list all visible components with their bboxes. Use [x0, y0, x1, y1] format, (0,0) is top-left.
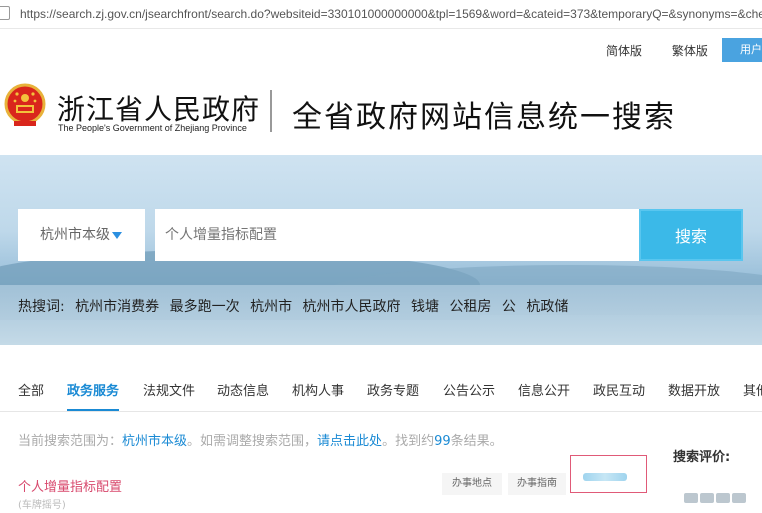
tab-all[interactable]: 全部 [18, 380, 44, 399]
tab-interaction[interactable]: 政民互动 [593, 380, 645, 399]
evaluation-highlight-box[interactable] [570, 455, 647, 493]
hot-word[interactable]: 公 [502, 299, 516, 315]
hot-word[interactable]: 杭政储 [526, 299, 568, 315]
blurred-evaluation-control[interactable] [583, 473, 627, 481]
scope-suffix: 。找到约 [382, 434, 435, 449]
region-select[interactable]: 杭州市本级 [18, 209, 145, 261]
scope-prefix: 当前搜索范围为： [18, 434, 123, 449]
tab-news[interactable]: 动态信息 [217, 380, 269, 399]
hot-word[interactable]: 最多跑一次 [170, 299, 240, 315]
lock-icon [0, 6, 10, 20]
scope-value: 杭州市本级 [122, 434, 188, 449]
national-emblem-icon [4, 83, 46, 126]
result-category: (车牌摇号) [18, 500, 66, 511]
language-switcher: 简体版 繁体版 [606, 42, 734, 59]
site-logo-text[interactable]: 浙江省人民政府 [57, 88, 260, 128]
result-tag-guide[interactable]: 办事指南 [508, 473, 566, 495]
search-scope-info: 当前搜索范围为：杭州市本级。如需调整搜索范围，请点击此处。找到约99条结果。 [18, 430, 503, 449]
hot-word[interactable]: 钱塘 [411, 299, 439, 315]
rating-icon[interactable] [700, 493, 714, 503]
tab-personnel[interactable]: 机构人事 [292, 380, 344, 399]
lang-simplified-link[interactable]: 简体版 [606, 44, 642, 58]
scope-middle: 。如需调整搜索范围， [187, 434, 318, 449]
search-evaluation-label: 搜索评价: [673, 450, 731, 465]
tab-open-data[interactable]: 数据开放 [668, 380, 720, 399]
result-tag-location[interactable]: 办事地点 [442, 473, 502, 495]
hot-word[interactable]: 公租房 [449, 299, 491, 315]
caret-down-icon [112, 231, 122, 239]
hot-word[interactable]: 杭州市人民政府 [303, 299, 401, 315]
search-button[interactable]: 搜索 [639, 209, 743, 261]
user-button[interactable]: 用户 [722, 38, 762, 62]
rating-icon[interactable] [732, 493, 746, 503]
header-divider [270, 90, 272, 132]
tab-regulations[interactable]: 法规文件 [143, 380, 195, 399]
tab-notices[interactable]: 公告公示 [443, 380, 495, 399]
hot-search-label: 热搜词: [18, 299, 65, 315]
rating-icon[interactable] [716, 493, 730, 503]
tab-disclosure[interactable]: 信息公开 [518, 380, 570, 399]
tab-other[interactable]: 其他 [743, 380, 762, 399]
region-select-value: 杭州市本级 [40, 227, 110, 243]
evaluation-rating-icons[interactable] [684, 488, 754, 503]
tab-gov-services[interactable]: 政务服务 [67, 380, 119, 399]
rating-icon[interactable] [684, 493, 698, 503]
address-url[interactable]: https://search.zj.gov.cn/jsearchfront/se… [20, 7, 762, 21]
lang-traditional-link[interactable]: 繁体版 [672, 44, 708, 58]
search-input[interactable] [155, 209, 639, 261]
hot-word[interactable]: 杭州市消费券 [75, 299, 159, 315]
hot-word[interactable]: 杭州市 [250, 299, 292, 315]
result-count: 99 [434, 434, 451, 449]
change-scope-link[interactable]: 请点击此处 [317, 434, 382, 449]
browser-address-bar[interactable]: https://search.zj.gov.cn/jsearchfront/se… [0, 0, 762, 29]
hot-search-words: 热搜词: 杭州市消费券 最多跑一次 杭州市 杭州市人民政府 钱塘 公租房 公 杭… [18, 296, 574, 316]
scope-suffix-end: 条结果。 [450, 434, 503, 449]
result-title-link[interactable]: 个人增量指标配置 [18, 476, 122, 495]
site-logo-english: The People's Government of Zhejiang Prov… [58, 123, 247, 133]
tab-topics[interactable]: 政务专题 [367, 380, 419, 399]
tabs-divider [0, 411, 762, 412]
system-title: 全省政府网站信息统一搜索 [292, 100, 676, 135]
